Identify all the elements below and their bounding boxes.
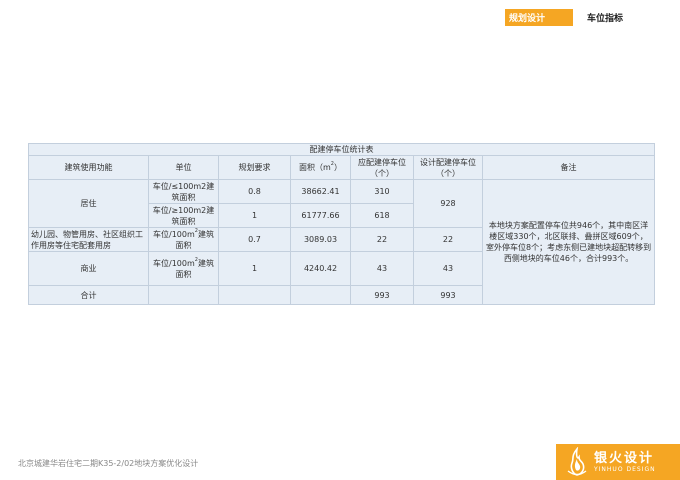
project-title: 北京城建华岩住宅二期K35-2/02地块方案优化设计 bbox=[18, 459, 199, 468]
header-requirement: 规划要求 bbox=[218, 155, 291, 180]
total-designed: 993 bbox=[413, 285, 483, 305]
required-cell: 43 bbox=[350, 251, 414, 286]
requirement-cell: 0.7 bbox=[218, 227, 291, 252]
required-cell: 618 bbox=[350, 203, 414, 228]
total-label: 合计 bbox=[28, 285, 149, 305]
parking-statistics-table: 配建停车位统计表 建筑使用功能 单位 规划要求 面积（m2） 应配建停车位（个）… bbox=[27, 143, 656, 305]
area-cell: 4240.42 bbox=[290, 251, 351, 286]
requirement-cell: 1 bbox=[218, 203, 291, 228]
requirement-cell: 0.8 bbox=[218, 179, 291, 204]
table-row: 居住 车位/≤100m2建筑面积 0.8 38662.41 310 928 本地… bbox=[28, 179, 656, 305]
unit-cell: 车位/100m2建筑面积 bbox=[148, 227, 219, 252]
header-area: 面积（m2） bbox=[290, 155, 351, 180]
tab-parking-index[interactable]: 车位指标 bbox=[587, 9, 623, 26]
supporting-label: 幼儿园、物管用房、社区组织工作用房等住宅配套用房 bbox=[28, 227, 149, 252]
unit-cell: 车位/≤100m2建筑面积 bbox=[148, 179, 219, 204]
unit-cell: 车位/≥100m2建筑面积 bbox=[148, 203, 219, 228]
company-logo: 银火设计 YINHUO DESIGN bbox=[556, 444, 680, 480]
header-function: 建筑使用功能 bbox=[28, 155, 149, 180]
area-cell bbox=[290, 285, 351, 305]
logo-english-name: YINHUO DESIGN bbox=[594, 465, 656, 473]
header-required: 应配建停车位（个） bbox=[350, 155, 414, 180]
designed-cell: 43 bbox=[413, 251, 483, 286]
table-title-row: 配建停车位统计表 bbox=[27, 143, 656, 156]
note-cell: 本地块方案配置停车位共946个，其中南区洋楼区域330个，北区联排、叠拼区域60… bbox=[481, 179, 656, 305]
designed-cell: 22 bbox=[413, 227, 483, 252]
table-title: 配建停车位统计表 bbox=[27, 143, 656, 156]
unit-cell: 车位/100m2建筑面积 bbox=[148, 251, 219, 286]
header-designed: 设计配建停车位（个） bbox=[413, 155, 483, 180]
header-note: 备注 bbox=[481, 155, 656, 180]
flame-logo-icon bbox=[567, 447, 587, 476]
area-cell: 3089.03 bbox=[290, 227, 351, 252]
residential-label: 居住 bbox=[28, 179, 149, 228]
required-cell: 310 bbox=[350, 179, 414, 204]
area-cell: 61777.66 bbox=[290, 203, 351, 228]
header-unit: 单位 bbox=[148, 155, 219, 180]
logo-chinese-name: 银火设计 bbox=[594, 450, 655, 466]
unit-cell bbox=[148, 285, 219, 305]
tab-planning[interactable]: 规划设计 bbox=[505, 9, 573, 26]
commercial-label: 商业 bbox=[28, 251, 149, 286]
table-header-row: 建筑使用功能 单位 规划要求 面积（m2） 应配建停车位（个） 设计配建停车位（… bbox=[28, 155, 656, 180]
residential-designed: 928 bbox=[413, 179, 483, 228]
requirement-cell: 1 bbox=[218, 251, 291, 286]
required-cell: 22 bbox=[350, 227, 414, 252]
total-required: 993 bbox=[350, 285, 414, 305]
area-cell: 38662.41 bbox=[290, 179, 351, 204]
requirement-cell bbox=[218, 285, 291, 305]
